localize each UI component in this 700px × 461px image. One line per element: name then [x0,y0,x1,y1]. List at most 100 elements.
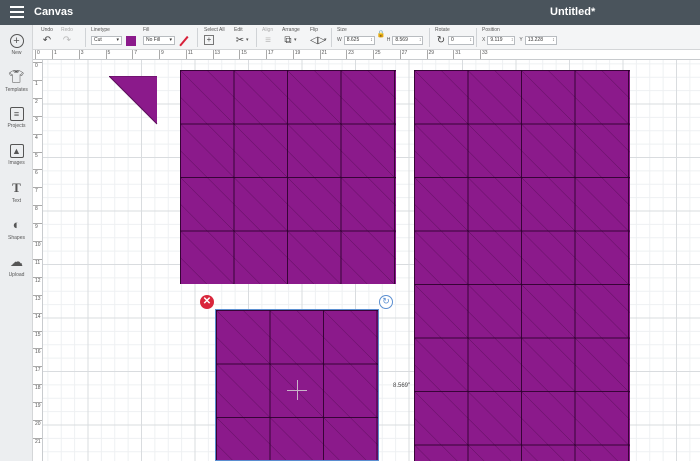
arrange-group: Arrange ⧉ ▾ [282,27,300,46]
ruler-tick-label: 10 [33,241,42,248]
redo-group: Redo ↷ [61,27,73,46]
document-title[interactable]: Untitled* [550,6,595,18]
size-group: Size W8.625🔒H8.569 [337,27,424,45]
vertical-ruler: 0 1 2 3 4 5 6 7 8 9 10 11 12 13 14 15 16 17 18 19 20 21 [33,60,43,461]
ruler-tick-label: 29 [426,50,434,59]
ruler-tick-label: 19 [292,50,300,59]
ruler-tick-label: 33 [480,50,488,59]
align-group: Align ≡ [262,27,274,46]
shapes-icon: ◐ [12,217,21,232]
rotate-handle-icon[interactable]: ↻ [379,295,393,309]
move-crosshair-icon[interactable] [287,380,307,400]
ruler-tick-label: 5 [33,151,42,159]
ruler-tick-label: 9 [33,223,42,230]
select-all-group: Select All + [204,27,225,45]
align-label: Align [262,27,274,33]
ruler-tick-label: 19 [33,402,42,409]
plus-circle-icon: + [9,34,24,48]
images-icon: ▲ [9,144,24,158]
quilt-block-top-left[interactable] [180,70,396,284]
align-icon[interactable]: ≡ [262,35,274,46]
ruler-tick-label: 15 [239,50,247,59]
size-label: Size [337,27,347,33]
fill-select[interactable]: No Fill [143,36,175,45]
edit-label: Edit [234,27,243,33]
ruler-tick-label: 6 [33,169,42,176]
position-y-input[interactable]: 13.228 [524,36,557,45]
ruler-tick-label: 11 [185,50,193,59]
select-all-icon[interactable]: + [204,35,214,45]
ruler-tick-label: 16 [33,348,42,355]
sidebar-item-templates[interactable]: 👕︎ Templates [0,69,33,105]
design-sidebar: + New 👕︎ Templates ≡ Projects ▲ Images T… [0,25,33,461]
toolbar-divider [85,28,86,47]
quilt-block-right[interactable] [414,70,630,461]
ruler-tick-label: 21 [319,50,327,59]
sidebar-item-projects[interactable]: ≡ Projects [0,106,33,142]
ruler-tick-label: 12 [33,276,42,284]
edit-group: Edit ✂ ▾ [234,27,249,46]
flip-dropdown-icon[interactable]: ▾ [324,37,327,43]
flip-icon[interactable]: ◁▷ [310,35,325,46]
ruler-tick-label: 1 [52,50,57,59]
app-title: Canvas [34,6,74,18]
ruler-tick-label: 14 [33,312,42,320]
ruler-tick-label: 17 [33,366,42,373]
ruler-tick-label: 25 [373,50,381,59]
width-input[interactable]: 8.625 [343,36,375,45]
ruler-tick-label: 1 [33,79,42,87]
linetype-select[interactable]: Cut [91,36,122,45]
ruler-tick-label: 0 [33,62,42,69]
rotate-input[interactable]: 0 [448,36,474,45]
line-color-swatch[interactable] [126,36,136,46]
arrange-label: Arrange [282,27,300,33]
position-x-input[interactable]: 9.119 [487,36,516,45]
position-y-label: Y [519,37,523,43]
ruler-tick-label: 11 [33,258,42,266]
ruler-tick-label: 7 [33,187,42,194]
sidebar-item-upload[interactable]: ☁ Upload [0,254,33,290]
sidebar-item-new[interactable]: + New [0,33,33,69]
redo-icon[interactable]: ↷ [61,35,73,46]
position-x-label: X [482,37,486,43]
ruler-tick-label: 23 [346,50,354,59]
arrange-icon[interactable]: ⧉ [282,35,294,46]
toolbar-divider [331,28,332,47]
sidebar-item-images[interactable]: ▲ Images [0,143,33,179]
toolbar-divider [476,28,477,47]
ruler-tick-label: 4 [33,133,42,141]
flip-label: Flip [310,27,319,33]
height-input[interactable]: 8.569 [392,36,424,45]
ruler-tick-label: 17 [266,50,274,59]
sidebar-item-label: Templates [5,87,28,93]
rotate-icon[interactable]: ↻ [435,35,447,46]
no-fill-icon[interactable] [179,36,189,46]
app-header: Canvas Untitled* [0,0,700,25]
edit-icon[interactable]: ✂ [234,35,246,46]
undo-group: Undo ↶ [41,27,53,46]
design-canvas[interactable]: ✕ ↻ 8.569" [43,60,700,461]
edit-dropdown-icon[interactable]: ▾ [246,37,249,43]
sidebar-item-text[interactable]: T Text [0,180,33,216]
lock-icon[interactable]: 🔒 [377,30,386,38]
sidebar-item-shapes[interactable]: ◐ Shapes [0,217,33,253]
ruler-tick-label: 13 [212,50,220,59]
position-group: Position X9.119Y13.228 [482,27,557,45]
arrange-dropdown-icon[interactable]: ▾ [294,37,297,43]
horizontal-ruler: 0 1 3 5 7 9 11 13 15 17 19 21 23 25 27 29 31 33 [33,50,700,60]
toolbar-divider [197,28,198,47]
cloud-upload-icon: ☁ [10,254,23,269]
shirt-icon: 👕︎ [8,69,25,84]
hamburger-menu-icon[interactable] [10,6,24,18]
linetype-label: Linetype [91,27,110,33]
undo-icon[interactable]: ↶ [41,35,53,46]
fill-group: Fill No Fill [143,27,175,45]
ruler-tick-label: 31 [453,50,461,59]
redo-label: Redo [61,27,73,33]
ruler-tick-label: 0 [35,50,40,59]
delete-handle-icon[interactable]: ✕ [200,295,214,309]
rotate-label: Rotate [435,27,450,33]
triangle-shape[interactable] [109,76,158,125]
rotate-group: Rotate ↻ 0 [435,27,474,46]
fill-label: Fill [143,27,150,33]
